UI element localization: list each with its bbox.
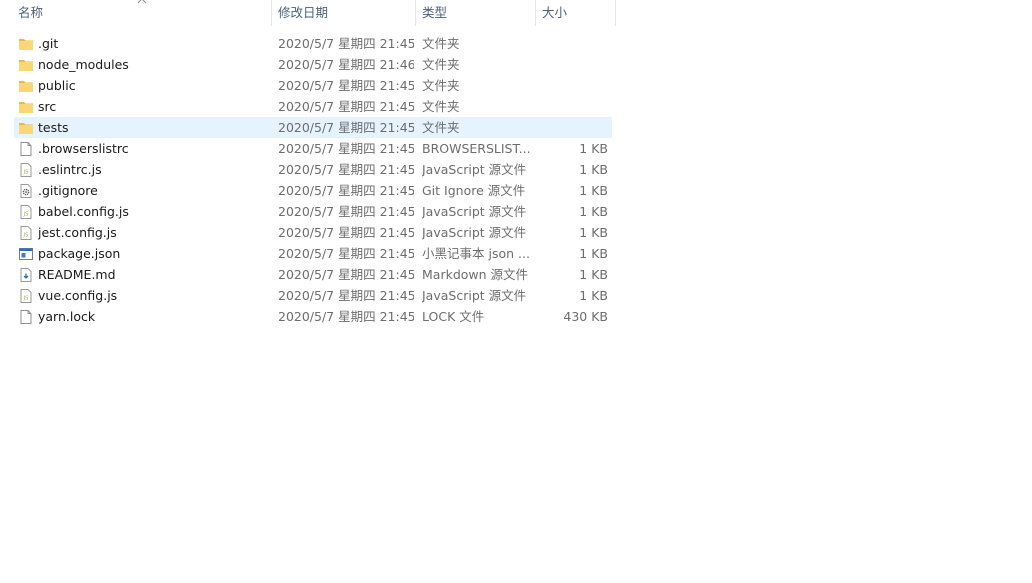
gear-file-icon <box>18 183 34 199</box>
file-row[interactable]: .browserslistrc 2020/5/7 星期四 21:45 BROWSER… <box>14 138 612 159</box>
file-type: 文件夹 <box>422 120 460 135</box>
file-type: Git Ignore 源文件 <box>422 183 526 198</box>
file-type: BROWSERSLIST... <box>422 141 530 156</box>
file-type: 文件夹 <box>422 99 460 114</box>
file-row[interactable]: .git 2020/5/7 星期四 21:45 文件夹 <box>14 33 612 54</box>
file-type: JavaScript 源文件 <box>422 204 527 219</box>
file-name: package.json <box>38 246 121 261</box>
column-header-name[interactable]: 名称 <box>12 0 270 26</box>
js-file-icon: JS <box>18 288 34 304</box>
js-file-icon: JS <box>18 204 34 220</box>
svg-text:JS: JS <box>23 296 29 302</box>
file-size: 430 KB <box>563 309 608 324</box>
file-type: JavaScript 源文件 <box>422 225 527 240</box>
svg-text:JS: JS <box>23 212 29 218</box>
file-row[interactable]: JS vue.config.js 2020/5/7 星期四 21:45 JavaScr… <box>14 285 612 306</box>
file-modified-date: 2020/5/7 星期四 21:45 <box>278 183 414 198</box>
file-size <box>538 75 608 96</box>
file-name: vue.config.js <box>38 288 118 303</box>
file-modified-date: 2020/5/7 星期四 21:45 <box>278 267 414 282</box>
file-type: JavaScript 源文件 <box>422 162 527 177</box>
js-file-icon: JS <box>18 162 34 178</box>
file-row[interactable]: node_modules 2020/5/7 星期四 21:46 文件夹 <box>14 54 612 75</box>
file-name: public <box>38 78 76 93</box>
file-size: 1 KB <box>579 246 608 261</box>
folder-icon <box>18 120 34 136</box>
column-divider[interactable] <box>615 0 616 26</box>
file-size <box>538 54 608 75</box>
column-header-bar: 名称 修改日期 类型 大小 <box>0 0 616 26</box>
svg-text:JS: JS <box>23 233 29 239</box>
file-row[interactable]: README.md 2020/5/7 星期四 21:45 Markdown 源文件 1… <box>14 264 612 285</box>
file-size: 1 KB <box>579 162 608 177</box>
file-size: 1 KB <box>579 183 608 198</box>
file-name: .gitignore <box>38 183 98 198</box>
svg-text:JS: JS <box>23 170 29 176</box>
file-name: README.md <box>38 267 116 282</box>
file-row[interactable]: package.json 2020/5/7 星期四 21:45 小黑记事本 json… <box>14 243 612 264</box>
column-header-type[interactable]: 类型 <box>416 0 534 26</box>
blank-file-icon <box>18 141 34 157</box>
file-modified-date: 2020/5/7 星期四 21:45 <box>278 288 414 303</box>
file-type: 文件夹 <box>422 78 460 93</box>
file-modified-date: 2020/5/7 星期四 21:46 <box>278 57 414 72</box>
file-explorer: 名称 修改日期 类型 大小 .git 2020/5/7 星期四 21:45 文件夹 n… <box>0 0 1032 583</box>
column-header-size[interactable]: 大小 <box>536 0 614 26</box>
file-modified-date: 2020/5/7 星期四 21:45 <box>278 246 414 261</box>
file-size: 1 KB <box>579 141 608 156</box>
file-modified-date: 2020/5/7 星期四 21:45 <box>278 309 414 324</box>
folder-icon <box>18 99 34 115</box>
file-type: LOCK 文件 <box>422 309 485 324</box>
file-type: Markdown 源文件 <box>422 267 529 282</box>
file-size <box>538 96 608 117</box>
file-type: JavaScript 源文件 <box>422 288 527 303</box>
file-type: 文件夹 <box>422 36 460 51</box>
file-name: node_modules <box>38 57 129 72</box>
file-modified-date: 2020/5/7 星期四 21:45 <box>278 162 414 177</box>
folder-icon <box>18 36 34 52</box>
column-header-date[interactable]: 修改日期 <box>272 0 414 26</box>
file-row[interactable]: public 2020/5/7 星期四 21:45 文件夹 <box>14 75 612 96</box>
file-modified-date: 2020/5/7 星期四 21:45 <box>278 120 414 135</box>
file-size: 1 KB <box>579 288 608 303</box>
file-name: .browserslistrc <box>38 141 129 156</box>
file-list: .git 2020/5/7 星期四 21:45 文件夹 node_modules 202… <box>14 33 612 327</box>
file-type: 小黑记事本 json ... <box>422 246 530 261</box>
file-name: .git <box>38 36 59 51</box>
file-row[interactable]: yarn.lock 2020/5/7 星期四 21:45 LOCK 文件 430 KB <box>14 306 612 327</box>
file-size: 1 KB <box>579 204 608 219</box>
file-modified-date: 2020/5/7 星期四 21:45 <box>278 78 414 93</box>
file-name: jest.config.js <box>38 225 117 240</box>
file-row[interactable]: JS babel.config.js 2020/5/7 星期四 21:45 JavaS… <box>14 201 612 222</box>
file-modified-date: 2020/5/7 星期四 21:45 <box>278 225 414 240</box>
js-file-icon: JS <box>18 225 34 241</box>
file-modified-date: 2020/5/7 星期四 21:45 <box>278 99 414 114</box>
file-name: babel.config.js <box>38 204 129 219</box>
file-row[interactable]: tests 2020/5/7 星期四 21:45 文件夹 <box>14 117 612 138</box>
file-row[interactable]: JS jest.config.js 2020/5/7 星期四 21:45 JavaSc… <box>14 222 612 243</box>
file-row[interactable]: JS .eslintrc.js 2020/5/7 星期四 21:45 JavaScri… <box>14 159 612 180</box>
file-modified-date: 2020/5/7 星期四 21:45 <box>278 141 414 156</box>
file-size: 1 KB <box>579 267 608 282</box>
folder-icon <box>18 57 34 73</box>
file-name: .eslintrc.js <box>38 162 102 177</box>
file-name: tests <box>38 120 69 135</box>
file-modified-date: 2020/5/7 星期四 21:45 <box>278 204 414 219</box>
file-size <box>538 33 608 54</box>
folder-icon <box>18 78 34 94</box>
file-modified-date: 2020/5/7 星期四 21:45 <box>278 36 414 51</box>
markdown-file-icon <box>18 267 34 283</box>
json-file-icon <box>18 246 34 262</box>
file-type: 文件夹 <box>422 57 460 72</box>
blank-file-icon <box>18 309 34 325</box>
file-name: yarn.lock <box>38 309 96 324</box>
file-row[interactable]: .gitignore 2020/5/7 星期四 21:45 Git Ignore 源… <box>14 180 612 201</box>
file-size <box>538 117 608 138</box>
file-row[interactable]: src 2020/5/7 星期四 21:45 文件夹 <box>14 96 612 117</box>
file-name: src <box>38 99 57 114</box>
file-size: 1 KB <box>579 225 608 240</box>
